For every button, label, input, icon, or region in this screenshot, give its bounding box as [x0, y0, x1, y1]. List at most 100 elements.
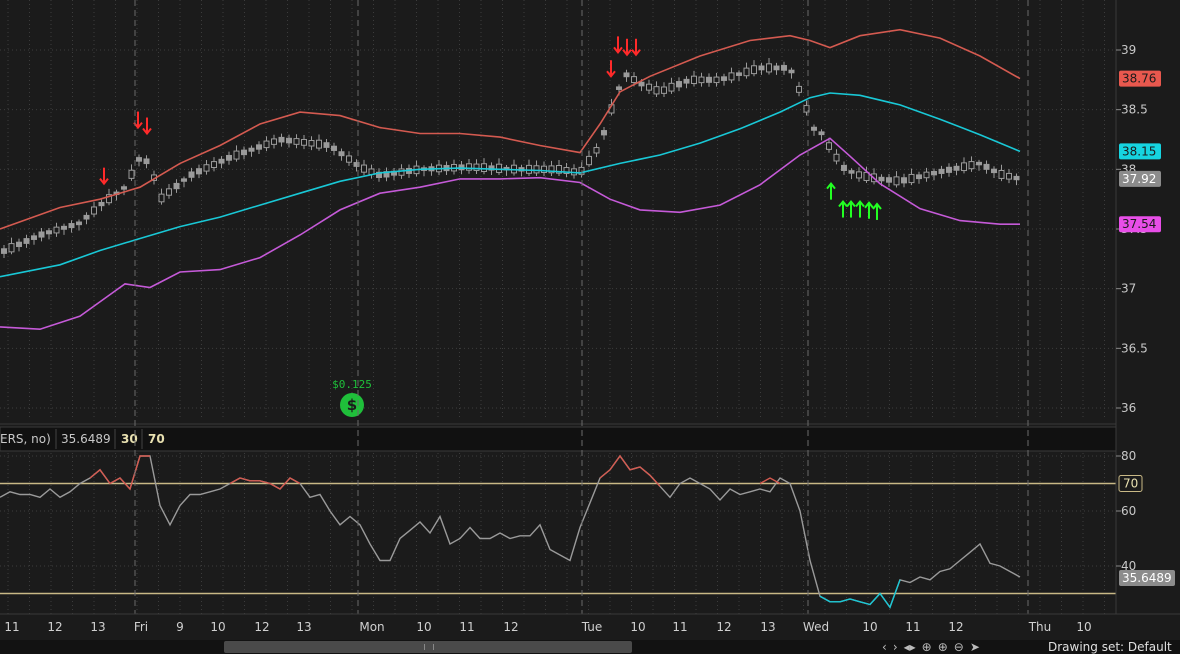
scroll-left-icon[interactable]: ‹	[882, 640, 887, 654]
candle-body	[856, 171, 862, 179]
y-tick-label: 60	[1121, 504, 1136, 518]
x-tick-label: Mon	[359, 620, 384, 634]
candle-body	[16, 241, 22, 248]
candle-body	[466, 163, 472, 171]
zoom-in-icon[interactable]: ⊕	[938, 640, 948, 654]
candle-body	[23, 238, 30, 244]
candle-body	[721, 76, 727, 81]
x-tick-label: 10	[862, 620, 877, 634]
candle-body	[323, 142, 330, 148]
candle-body	[301, 138, 307, 146]
candle-body	[331, 145, 337, 151]
candle-body	[188, 171, 195, 178]
candle-body	[1006, 172, 1012, 180]
x-tick-label: 10	[630, 620, 645, 634]
candle-body	[241, 149, 247, 156]
candle-body	[616, 86, 622, 90]
candle-body	[533, 165, 540, 174]
x-tick-label: 10	[210, 620, 225, 634]
chart-canvas[interactable]: $0.125$ ERS, no) 35.6489 30 70 3938.5383…	[0, 0, 1180, 654]
candle-body	[593, 147, 600, 154]
candle-body	[233, 150, 240, 160]
candle-body	[968, 161, 975, 170]
candle-body	[826, 142, 832, 150]
candle-body	[848, 170, 855, 174]
candle-body	[953, 165, 960, 171]
x-tick-label: 12	[254, 620, 269, 634]
candle-body	[211, 161, 217, 169]
candle-body	[158, 193, 165, 203]
candle-body	[91, 206, 97, 215]
candle-body	[976, 161, 982, 166]
candle-body	[893, 176, 900, 186]
candle-body	[773, 65, 780, 71]
candle-body	[683, 78, 690, 84]
x-tick-label: 11	[4, 620, 19, 634]
dividend-icon-glyph: $	[347, 396, 357, 414]
candle-body	[653, 86, 660, 95]
candle-body	[218, 158, 225, 164]
candle-body	[286, 137, 292, 144]
y-tick-label: 80	[1121, 449, 1136, 463]
candle-body	[691, 75, 697, 84]
candle-body	[833, 153, 840, 162]
candle-body	[361, 164, 367, 173]
price-badge-label: 38.76	[1122, 72, 1156, 86]
dividend-label: $0.125	[332, 378, 372, 391]
candle-body	[308, 140, 315, 147]
candle-body	[586, 155, 592, 166]
cursor-icon[interactable]: ➤	[970, 640, 980, 654]
candle-body	[781, 65, 787, 71]
candle-body	[818, 131, 825, 136]
chart-background	[0, 0, 1180, 654]
candle-body	[203, 164, 210, 172]
candle-body	[68, 223, 75, 229]
candle-body	[916, 174, 922, 180]
candle-body	[271, 138, 277, 145]
x-tick-label: 12	[948, 620, 963, 634]
candle-body	[181, 178, 187, 182]
move-icon[interactable]: ⊕	[922, 640, 932, 654]
zoom-out-icon[interactable]: ⊖	[954, 640, 964, 654]
candle-body	[668, 82, 675, 92]
drawing-set-label[interactable]: Drawing set: Default	[1048, 640, 1172, 654]
candle-body	[623, 72, 630, 78]
candle-body	[1013, 175, 1020, 181]
x-tick-label: Tue	[581, 620, 603, 634]
x-tick-label: Thu	[1028, 620, 1052, 634]
candle-body	[713, 76, 720, 84]
candle-body	[496, 163, 502, 173]
rsi-overbought-label: 70	[148, 432, 165, 446]
candle-body	[961, 162, 967, 172]
candle-body	[473, 163, 480, 171]
candle-body	[886, 177, 892, 183]
price-badge-label: 37.54	[1122, 217, 1156, 231]
scroll-right-icon[interactable]: ›	[893, 640, 898, 654]
y-tick-label: 39	[1121, 43, 1136, 57]
candle-body	[923, 171, 930, 179]
candle-body	[1, 248, 7, 254]
x-tick-label: 12	[503, 620, 518, 634]
candle-body	[143, 158, 150, 165]
candle-body	[263, 140, 270, 149]
candle-body	[136, 157, 142, 162]
candle-body	[908, 173, 915, 184]
x-tick-label: 13	[90, 620, 105, 634]
candle-body	[398, 168, 405, 176]
rsi-value-label: 35.6489	[61, 432, 111, 446]
y-tick-label: 36.5	[1121, 341, 1148, 355]
candle-body	[76, 221, 82, 226]
candle-body	[248, 147, 255, 152]
pan-arrows-icon[interactable]: ◂▸	[904, 640, 916, 654]
candle-body	[316, 139, 322, 149]
candle-body	[278, 136, 285, 143]
candle-body	[991, 168, 997, 174]
candle-body	[706, 76, 712, 83]
candle-body	[196, 168, 202, 175]
candle-body	[53, 226, 60, 234]
candle-body	[38, 231, 45, 238]
candle-body	[631, 76, 637, 84]
candle-body	[661, 86, 667, 94]
candle-body	[646, 83, 652, 91]
x-tick-label: Fri	[134, 620, 148, 634]
